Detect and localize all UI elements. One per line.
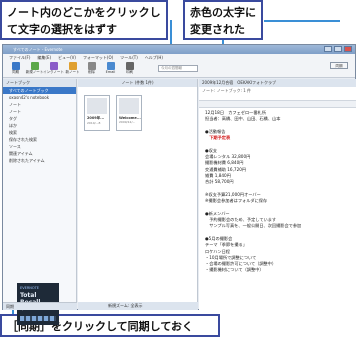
- note-thumbnail-date: 2009/12/...: [119, 120, 136, 124]
- sidebar-item-source[interactable]: ソース: [3, 143, 76, 150]
- sidebar-item-other[interactable]: ほか: [3, 122, 76, 129]
- sidebar-item-all-notebooks[interactable]: すべてのノートブック: [3, 87, 76, 94]
- search-input[interactable]: 今月の週間報: [158, 65, 198, 72]
- note-list: ノート (件数 1件) 2009年... 2010/...8 Welcome..…: [78, 79, 198, 310]
- note-thumbnail-image: [87, 98, 107, 114]
- leader-line-right: [264, 20, 340, 22]
- callout-red-bold-text: 赤色の太字に変更された: [190, 6, 256, 36]
- sidebar-item-search[interactable]: 検索: [3, 129, 76, 136]
- maximize-icon[interactable]: [334, 46, 342, 52]
- sync-label: 同期: [12, 70, 19, 74]
- ink-note-icon: [49, 62, 58, 70]
- menu-view[interactable]: ビュー(V): [58, 54, 76, 61]
- print-icon: [125, 62, 134, 70]
- title-bar: すべてのノート - Evernote: [3, 45, 355, 54]
- note-line: ・撮影機材について（調整中）: [205, 267, 264, 273]
- note-list-header: ノート (件数 1件): [78, 79, 197, 87]
- callout-deselect-text: ノート内のどこかをクリックして文字の選択をはずす: [7, 6, 161, 36]
- note-thumbnail-date: 2010/...8: [87, 121, 101, 125]
- menu-format[interactable]: フォーマット(O): [83, 54, 113, 61]
- format-toolbar[interactable]: [199, 101, 356, 108]
- zoom-status[interactable]: 新規ズーム: 全表示: [78, 302, 198, 310]
- note-thumbnail[interactable]: 2009年... 2010/...8: [84, 95, 110, 131]
- menu-bar: ファイル(F) 編集(E) ビュー(V) フォーマット(O) ツール(T) ヘル…: [3, 54, 355, 61]
- note-body[interactable]: 12月18日 カフェゼロ一番札所 担当者：高橋、田中、山田、石橋、山本 ●活動報告…: [199, 108, 356, 276]
- print-button[interactable]: 印刷: [121, 61, 138, 77]
- sync-button-right[interactable]: 同期: [330, 62, 348, 69]
- note-button[interactable]: 新ノート: [64, 61, 81, 77]
- note-thumbnail[interactable]: Welcome... 2009/12/...: [116, 95, 142, 131]
- delete-label: 削除: [88, 70, 95, 74]
- callout-deselect: ノート内のどこかをクリックして文字の選択をはずす: [0, 0, 168, 40]
- sidebar-header: ノートブック: [3, 79, 76, 87]
- note-editor[interactable]: 同期 2009年12月合宿 OEKAKIフォトクラブ ノート: ノートブック: …: [199, 62, 356, 310]
- sidebar-item-tags[interactable]: タグ: [3, 115, 76, 122]
- toolbar: 同期 新規ノート インクノート 新ノート 削除 Email 印刷 今月の週間報: [3, 61, 355, 78]
- sidebar-item-related[interactable]: 関連アイテム: [3, 150, 76, 157]
- ink-note-button[interactable]: インクノート: [43, 61, 64, 77]
- sync-status-label: 同期: [6, 304, 14, 309]
- email-button[interactable]: Email: [102, 61, 119, 77]
- note-icon: [68, 62, 77, 70]
- menu-help[interactable]: ヘルプ(H): [145, 54, 163, 61]
- sidebar-item-deleted[interactable]: 削除されたアイテム: [3, 157, 76, 164]
- note-title[interactable]: 2009年12月合宿 OEKAKIフォトクラブ: [199, 79, 356, 87]
- new-note-icon: [30, 62, 39, 70]
- menu-edit[interactable]: 編集(E): [37, 54, 51, 61]
- sync-status-bar[interactable]: 同期: [3, 302, 77, 310]
- callout-red-bold: 赤色の太字に変更された: [183, 0, 263, 40]
- sidebar-item-saved-search[interactable]: 保存された検索: [3, 136, 76, 143]
- ad-tag: EVERNOTE: [20, 286, 39, 290]
- new-note-button[interactable]: 新規ノート: [26, 61, 43, 77]
- email-icon: [106, 62, 115, 70]
- new-note-label: 新規ノート: [25, 70, 44, 74]
- ad-graphic: [20, 316, 56, 321]
- evernote-window: すべてのノート - Evernote ファイル(F) 編集(E) ビュー(V) …: [2, 44, 356, 325]
- trash-icon: [87, 62, 96, 70]
- note-meta: ノート: ノートブック: 1 件: [199, 87, 356, 101]
- ink-note-label: インクノート: [43, 70, 64, 74]
- delete-button[interactable]: 削除: [83, 61, 100, 77]
- sidebar-item-notebook[interactable]: oxasn42's notebook: [3, 94, 76, 101]
- sidebar: ノートブック すべてのノートブック oxasn42's notebook ノート…: [3, 79, 77, 325]
- menu-tools[interactable]: ツール(T): [120, 54, 138, 61]
- menu-file[interactable]: ファイル(F): [9, 54, 30, 61]
- note-thumbnail-image: [119, 98, 139, 114]
- note-label: 新ノート: [65, 70, 80, 74]
- minimize-icon[interactable]: [324, 46, 332, 52]
- window-title: すべてのノート - Evernote: [13, 47, 63, 52]
- print-label: 印刷: [126, 70, 133, 74]
- email-label: Email: [105, 70, 116, 74]
- close-icon[interactable]: [344, 46, 352, 52]
- sidebar-item-note-2[interactable]: ノート: [3, 108, 76, 115]
- sync-button[interactable]: 同期: [7, 61, 24, 77]
- sidebar-item-note[interactable]: ノート: [3, 101, 76, 108]
- sync-icon: [11, 62, 20, 70]
